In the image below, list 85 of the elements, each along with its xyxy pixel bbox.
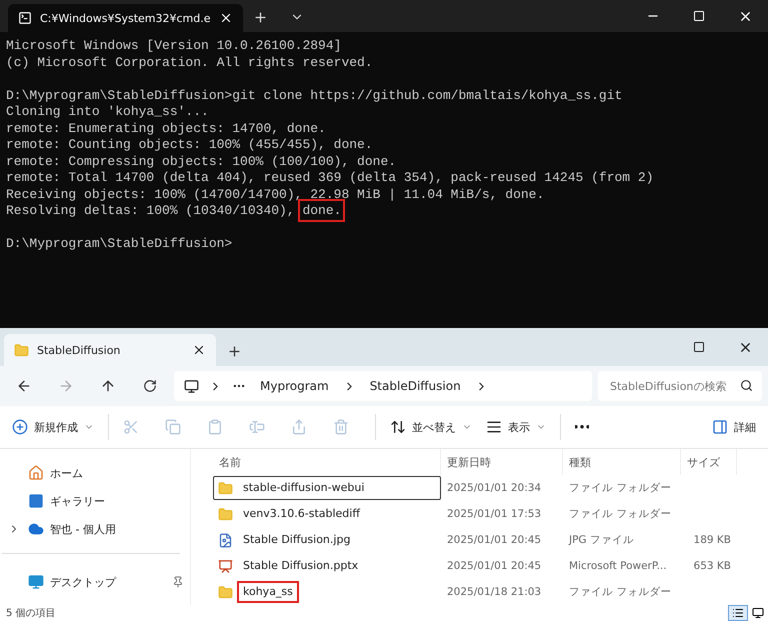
sidebar-item[interactable]: ホーム <box>0 459 190 487</box>
breadcrumb-item[interactable]: StableDiffusion <box>366 379 465 393</box>
close-icon[interactable] <box>192 343 206 357</box>
terminal-line: D:\Myprogram\StableDiffusion> <box>6 236 234 252</box>
file-name: venv3.10.6-stablediff <box>242 506 362 522</box>
terminal-line: Resolving deltas: 100% (10340/10340), done. <box>6 203 762 220</box>
explorer-tab[interactable]: StableDiffusion <box>4 334 216 366</box>
terminal-line: Cloning into 'kohya_ss'... <box>6 104 210 120</box>
address-bar[interactable]: Myprogram StableDiffusion <box>174 371 592 401</box>
file-name: stable-diffusion-webui <box>242 480 366 496</box>
terminal-line: remote: Enumerating objects: 14700, done. <box>6 120 327 137</box>
type-cell-text: ファイル フォルダー <box>568 507 672 522</box>
terminal-line: remote: Counting objects: 100% (455/455), done. <box>6 137 374 154</box>
refresh-icon <box>143 379 157 393</box>
file-name-cell[interactable]: venv3.10.6-stablediff <box>213 502 441 526</box>
trash-icon <box>333 419 349 435</box>
status-text: 5 個の項目 <box>6 607 56 620</box>
new-button[interactable]: 新規作成 <box>6 411 100 443</box>
text-cursor-icon <box>249 419 265 435</box>
sidebar-item[interactable]: ギャラリー <box>0 487 190 515</box>
search-field[interactable]: StableDiffusionの検索 <box>598 371 762 401</box>
terminal-line: (c) Microsoft Corporation. All rights reserved. <box>6 54 374 71</box>
date-cell-text: 2025/01/01 20:45 <box>446 533 542 548</box>
monitor-icon <box>28 574 44 590</box>
details-view-button[interactable] <box>728 605 748 621</box>
file-name: Stable Diffusion.jpg <box>242 532 352 548</box>
folder-icon <box>14 342 29 358</box>
column-header[interactable]: 更新日時 <box>441 449 563 475</box>
file-name-cell[interactable]: kohya_ss <box>213 580 441 604</box>
monitor-icon <box>752 607 764 619</box>
plus-circle-icon <box>12 419 28 435</box>
share-icon <box>291 419 307 435</box>
type-cell-text: JPG ファイル <box>568 533 635 548</box>
sidebar-item[interactable]: デスクトップ <box>0 568 190 596</box>
details-button[interactable]: 詳細 <box>706 411 762 443</box>
sidebar-item[interactable]: 智也 - 個人用 <box>0 515 190 543</box>
cut-icon <box>123 419 139 435</box>
maximize-icon <box>693 341 705 353</box>
type-cell-text: ファイル フォルダー <box>568 585 672 600</box>
date-cell-text: 2025/01/01 20:34 <box>446 481 542 496</box>
terminal-line: remote: Compressing objects: 100% (100/100), done. <box>6 154 398 170</box>
terminal-line: Receiving objects: 100% (14700/14700), 22.98 MiB | 11.04 MiB/s, done. <box>6 186 546 203</box>
cloud-icon <box>28 521 44 537</box>
monitor-icon <box>184 378 199 394</box>
terminal-line: Microsoft Windows [Version 10.0.26100.2894] <box>6 38 342 54</box>
up-arrow-icon <box>100 378 116 394</box>
file-name: kohya_ss <box>237 581 299 603</box>
maximize-icon <box>693 10 705 22</box>
file-name-cell[interactable]: Stable Diffusion.pptx <box>213 554 441 578</box>
column-header[interactable]: 名前 <box>213 449 441 475</box>
file-name-cell[interactable]: Stable Diffusion.jpg <box>213 528 441 552</box>
plus-icon <box>253 10 268 24</box>
search-icon <box>740 379 753 392</box>
type-cell-text: ファイル フォルダー <box>568 481 672 496</box>
file-name-cell[interactable]: stable-diffusion-webui <box>213 476 441 500</box>
type-cell-text: Microsoft PowerP... <box>568 559 668 574</box>
date-cell-text: 2025/01/01 17:53 <box>446 507 542 522</box>
size-cell-text: 189 KB <box>692 533 732 548</box>
terminal-icon <box>18 11 32 25</box>
date-cell-text: 2025/01/18 21:03 <box>446 585 542 600</box>
terminal-line: remote: Total 14700 (delta 404), reused 369 (delta 354), pack-reused 14245 (from 2) <box>6 170 655 186</box>
plus-icon <box>226 344 242 358</box>
terminal-line: D:\Myprogram\StableDiffusion>git clone https://github.com/bmaltais/kohya_ss.git <box>6 88 624 104</box>
home-icon <box>28 465 44 481</box>
clipboard-icon <box>207 419 223 435</box>
panel-icon <box>712 419 728 435</box>
breadcrumb-item[interactable]: Myprogram <box>256 379 333 393</box>
folder-icon <box>218 480 233 496</box>
copy-icon <box>165 419 181 435</box>
file-name: Stable Diffusion.pptx <box>242 558 360 574</box>
folder-icon <box>218 506 233 522</box>
sort-icon <box>390 419 406 435</box>
date-cell-text: 2025/01/01 20:45 <box>446 559 542 574</box>
lines-icon <box>486 419 502 435</box>
column-header[interactable]: 種類 <box>563 449 681 475</box>
presentation-file-icon <box>218 558 233 574</box>
column-header[interactable]: サイズ <box>681 449 737 475</box>
folder-icon <box>218 584 233 600</box>
sort-button[interactable]: 並べ替え <box>384 411 478 443</box>
terminal-tab[interactable]: C:¥Windows¥System32¥cmd.e <box>8 4 243 32</box>
image-file-icon <box>218 532 233 548</box>
size-cell-text: 653 KB <box>692 559 732 574</box>
more-icon <box>575 425 589 429</box>
view-button[interactable]: 表示 <box>480 411 552 443</box>
image-icon <box>28 493 44 509</box>
